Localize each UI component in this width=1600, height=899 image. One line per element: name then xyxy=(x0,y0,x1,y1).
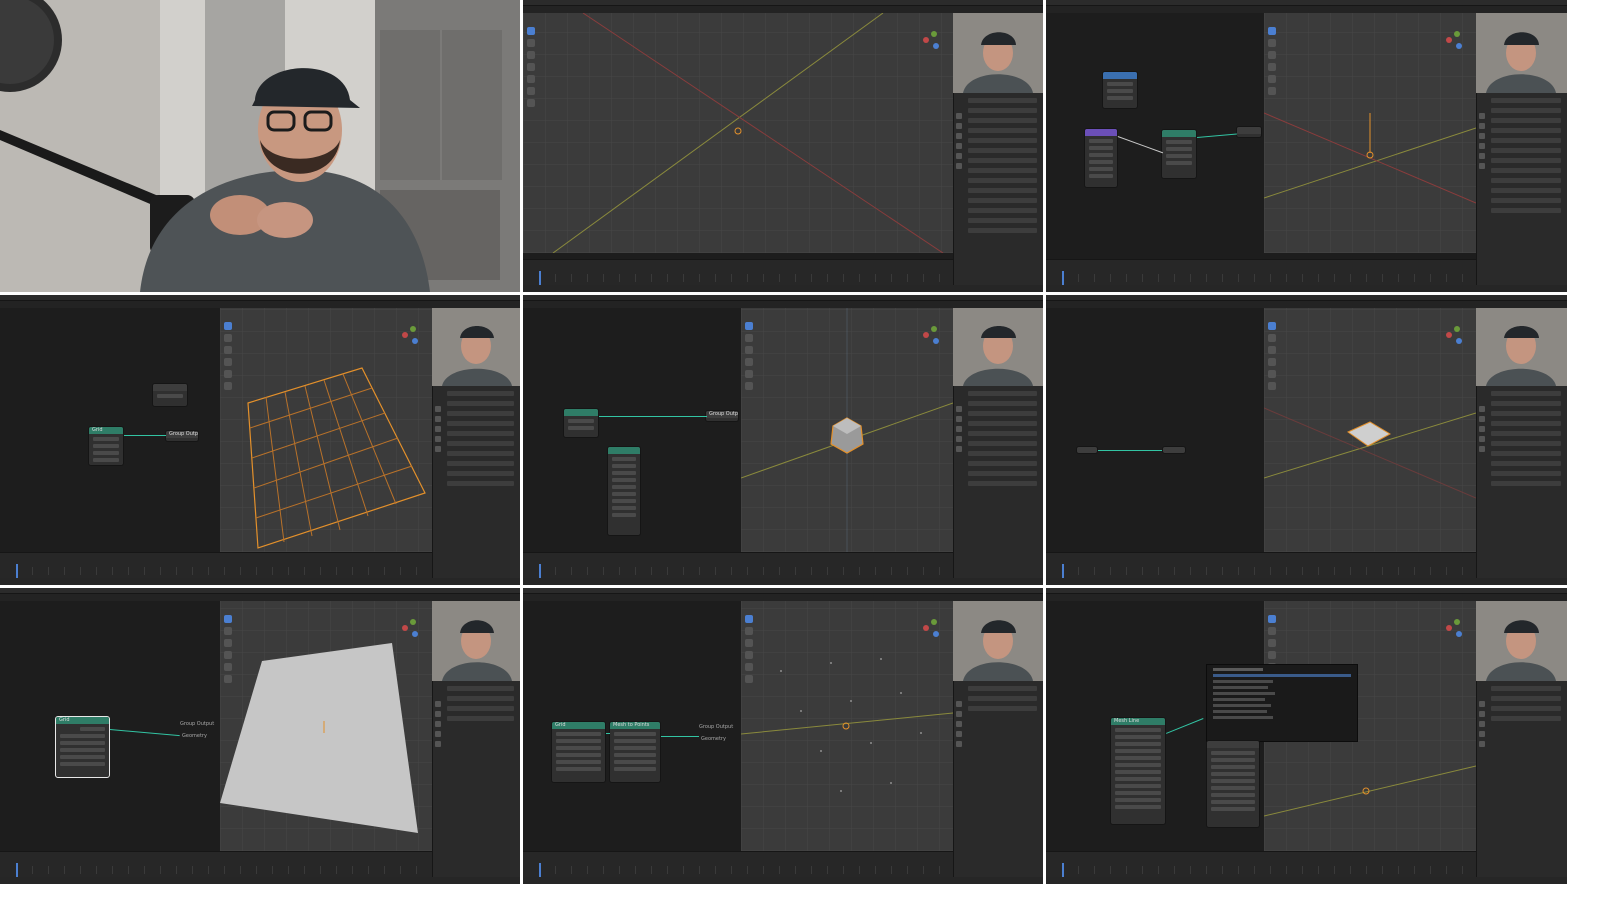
node-editor[interactable]: Grid Group Output xyxy=(0,308,220,552)
blender-window-3: Grid Group Output xyxy=(0,295,520,585)
blender-window-2 xyxy=(1046,0,1567,292)
blender-window-6: Grid Group Output Geometry xyxy=(0,588,520,884)
node-a[interactable] xyxy=(152,383,188,407)
properties-panel[interactable] xyxy=(953,93,1043,285)
geometry-socket-label: Geometry xyxy=(182,733,207,739)
3d-viewport[interactable] xyxy=(1264,13,1476,253)
large-plane-mesh xyxy=(220,643,418,833)
group-output-node[interactable] xyxy=(1162,446,1186,454)
video-thumbnail-collage: Grid Group Output xyxy=(0,0,1600,899)
grid-mesh xyxy=(247,367,426,549)
blender-window-1 xyxy=(523,0,1043,292)
presenter-camera-frame xyxy=(0,0,520,292)
webcam-inset xyxy=(1476,13,1567,93)
grid-node[interactable]: Grid xyxy=(551,721,606,783)
viewport-axes xyxy=(552,13,944,253)
grid-node[interactable]: Grid xyxy=(88,426,124,466)
node-b[interactable] xyxy=(1206,740,1260,828)
mesh-to-points-node[interactable]: Mesh to Points xyxy=(609,721,661,783)
group-output-node[interactable]: Group Output xyxy=(165,430,199,442)
3d-viewport[interactable] xyxy=(220,601,432,851)
properties-panel[interactable] xyxy=(1476,93,1567,285)
node-editor[interactable] xyxy=(1046,308,1264,552)
node-editor[interactable]: Group Output xyxy=(523,308,741,552)
3d-viewport[interactable] xyxy=(523,13,953,253)
toolbar[interactable] xyxy=(527,27,536,111)
timeline[interactable] xyxy=(523,259,953,285)
navigation-gizmo[interactable] xyxy=(923,31,943,51)
webcam-panel xyxy=(0,0,520,292)
3d-viewport[interactable] xyxy=(741,308,953,552)
group-output-label: Group Output xyxy=(180,721,215,727)
blender-window-7: Grid Mesh to Points Group Output Geometr… xyxy=(523,588,1043,884)
node-a[interactable] xyxy=(1076,446,1098,454)
blender-window-5 xyxy=(1046,295,1567,585)
ico-sphere-node[interactable] xyxy=(563,408,599,438)
3d-viewport[interactable] xyxy=(1264,308,1476,552)
menu-bar[interactable] xyxy=(523,6,1043,13)
node-editor[interactable] xyxy=(1046,13,1264,253)
3d-viewport[interactable] xyxy=(741,601,953,851)
group-output-node[interactable]: Group Output xyxy=(705,410,739,422)
node-c[interactable] xyxy=(1161,129,1197,179)
3d-viewport[interactable] xyxy=(220,308,432,552)
status-bar xyxy=(523,285,1043,292)
search-menu[interactable] xyxy=(1206,664,1358,742)
blender-window-4: Group Output xyxy=(523,295,1043,585)
node-b[interactable] xyxy=(1084,128,1118,188)
node-b[interactable] xyxy=(607,446,641,536)
ico-sphere-mesh xyxy=(741,308,953,552)
node-a[interactable] xyxy=(1102,71,1138,109)
blender-window-8: Mesh Line xyxy=(1046,588,1567,884)
points-cloud xyxy=(741,658,953,792)
webcam-inset xyxy=(953,13,1043,93)
presenter-photo xyxy=(0,0,520,292)
node-editor[interactable]: Grid Group Output Geometry xyxy=(0,601,220,851)
group-output-node[interactable] xyxy=(1236,126,1262,138)
mesh-line-node[interactable]: Mesh Line xyxy=(1110,717,1166,825)
node-editor[interactable]: Grid Mesh to Points Group Output Geometr… xyxy=(523,601,741,851)
grid-node[interactable]: Grid xyxy=(55,716,110,778)
small-plane-mesh xyxy=(1264,407,1476,499)
